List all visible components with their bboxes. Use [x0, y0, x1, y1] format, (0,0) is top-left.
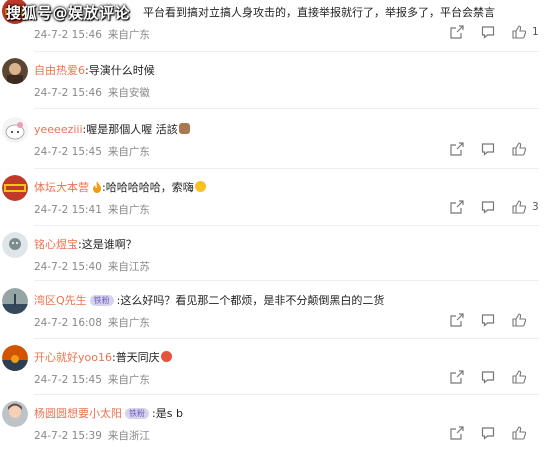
- comment-text: 这么好吗？看见那二个都烦，是非不分颠倒黑白的二货: [120, 294, 385, 307]
- comment-line: 开心就好yoo16:普天同庆: [34, 349, 172, 365]
- comment-line: 铭心煜宝:这是谁啊？: [34, 238, 137, 251]
- comment-icon[interactable]: [481, 25, 495, 39]
- username[interactable]: 杨圆圆想要小太阳: [34, 407, 122, 420]
- like-count: 1: [532, 26, 539, 38]
- divider: [34, 280, 539, 281]
- username[interactable]: 开心就好yoo16: [34, 351, 112, 364]
- comment-line: 自由热爱6:导演什么时候: [34, 64, 155, 77]
- share-icon[interactable]: [450, 25, 464, 39]
- avatar[interactable]: [2, 232, 28, 258]
- comment-meta: 24-7-2 15:46 来自广东: [34, 27, 150, 42]
- avatar[interactable]: [2, 288, 28, 314]
- comment-location: 来自广东: [107, 317, 150, 329]
- like-icon[interactable]: [512, 370, 526, 384]
- comment-date: 24-7-2 15:46: [34, 29, 102, 41]
- comment-icon[interactable]: [481, 370, 495, 384]
- fan-badge: 铁粉: [89, 295, 114, 306]
- share-icon[interactable]: [450, 142, 464, 156]
- comment-icon[interactable]: [481, 200, 495, 214]
- comment-item: 杨圆圆想要小太阳 铁粉:是s b 24-7-2 15:39 来自浙江: [0, 401, 547, 459]
- comment-line: 杨圆圆想要小太阳 铁粉:是s b: [34, 407, 183, 420]
- comment-text: 哈哈哈哈哈，索嗨: [105, 181, 194, 194]
- comment-icon[interactable]: [481, 313, 495, 327]
- comment-date: 24-7-2 15:40: [34, 261, 102, 273]
- comment-meta: 24-7-2 15:40 来自江苏: [34, 259, 150, 274]
- comment-text: 平台看到搞对立搞人身攻击的，直接举报就行了，举报多了，平台会禁言: [143, 6, 495, 19]
- comment-text: 是s b: [155, 407, 183, 420]
- like-icon[interactable]: [512, 313, 526, 327]
- dog-emoji-icon: [178, 123, 190, 134]
- username[interactable]: 自由热爱6: [34, 64, 85, 77]
- divider: [34, 225, 539, 226]
- fan-badge: 铁粉: [125, 408, 149, 419]
- username[interactable]: yeeeeziii: [34, 123, 83, 136]
- comment-actions: 1: [450, 25, 546, 41]
- divider: [34, 51, 539, 52]
- comment-date: 24-7-2 15:46: [34, 87, 102, 99]
- comment-item: 铭心煜宝:这是谁啊？ 24-7-2 15:40 来自江苏: [0, 232, 547, 290]
- share-icon[interactable]: [450, 370, 464, 384]
- divider: [34, 338, 539, 339]
- comment-text: 普天同庆: [115, 351, 160, 364]
- comment-text: 喔是那個人喔 活該: [86, 123, 178, 136]
- share-icon[interactable]: [450, 200, 464, 214]
- like-icon[interactable]: [512, 142, 526, 156]
- divider: [34, 394, 539, 395]
- comment-date: 24-7-2 15:41: [34, 204, 102, 216]
- comment-line: 湾区Q先生 铁粉:这么好吗？看见那二个都烦，是非不分颠倒黑白的二货: [34, 294, 385, 307]
- share-icon[interactable]: [450, 313, 464, 327]
- comment-actions: [450, 142, 546, 158]
- comment-location: 来自广东: [107, 374, 150, 386]
- comment-location: 来自安徽: [107, 87, 150, 99]
- comment-actions: [450, 313, 546, 329]
- like-icon[interactable]: [512, 426, 526, 440]
- comment-location: 来自广东: [107, 29, 150, 41]
- avatar[interactable]: [2, 345, 28, 371]
- comment-line: yeeeeziii:喔是那個人喔 活該: [34, 121, 190, 137]
- comment-text: 这是谁啊？: [81, 238, 137, 251]
- username[interactable]: 铭心煜宝: [34, 238, 78, 251]
- comment-location: 来自广东: [107, 204, 150, 216]
- comment-meta: 24-7-2 15:39 来自浙江: [34, 428, 150, 443]
- comment-date: 24-7-2 15:45: [34, 374, 102, 386]
- fire-badge-icon: [93, 181, 101, 193]
- like-count: 3: [532, 201, 539, 213]
- comment-text: 导演什么时候: [88, 64, 155, 77]
- comment-line: 平台看到搞对立搞人身攻击的，直接举报就行了，举报多了，平台会禁言: [143, 4, 495, 20]
- comment-date: 24-7-2 15:39: [34, 430, 102, 442]
- divider: [34, 108, 539, 109]
- comment-meta: 24-7-2 16:08 来自广东: [34, 315, 150, 330]
- comment-icon[interactable]: [481, 142, 495, 156]
- comment-actions: 3: [450, 200, 546, 216]
- share-icon[interactable]: [450, 426, 464, 440]
- comment-icon[interactable]: [481, 426, 495, 440]
- comment-date: 24-7-2 16:08: [34, 317, 102, 329]
- watermark: 搜狐号@娱放评论: [6, 4, 131, 22]
- heart-eyes-emoji-icon: [160, 351, 172, 362]
- username[interactable]: 体坛大本营: [34, 181, 89, 194]
- comment-actions: [450, 426, 546, 442]
- comment-meta: 24-7-2 15:45 来自广东: [34, 372, 150, 387]
- comment-meta: 24-7-2 15:41 来自广东: [34, 202, 150, 217]
- avatar[interactable]: [2, 175, 28, 201]
- comment-actions: [450, 370, 546, 386]
- divider: [34, 168, 539, 169]
- username[interactable]: 湾区Q先生: [34, 294, 87, 307]
- laugh-emoji-icon: [194, 181, 206, 192]
- avatar[interactable]: [2, 58, 28, 84]
- comment-location: 来自江苏: [107, 261, 150, 273]
- comment-location: 来自浙江: [107, 430, 150, 442]
- comment-item: yeeeeziii:喔是那個人喔 活該 24-7-2 15:45 来自广东: [0, 117, 547, 175]
- avatar[interactable]: [2, 117, 28, 143]
- avatar[interactable]: [2, 401, 28, 427]
- comment-meta: 24-7-2 15:46 来自安徽: [34, 85, 150, 100]
- comment-meta: 24-7-2 15:45 来自广东: [34, 144, 150, 159]
- like-icon[interactable]: [512, 200, 526, 214]
- comment-location: 来自广东: [107, 146, 150, 158]
- comment-date: 24-7-2 15:45: [34, 146, 102, 158]
- comment-line: 体坛大本营:哈哈哈哈哈，索嗨: [34, 179, 206, 195]
- like-icon[interactable]: [512, 25, 526, 39]
